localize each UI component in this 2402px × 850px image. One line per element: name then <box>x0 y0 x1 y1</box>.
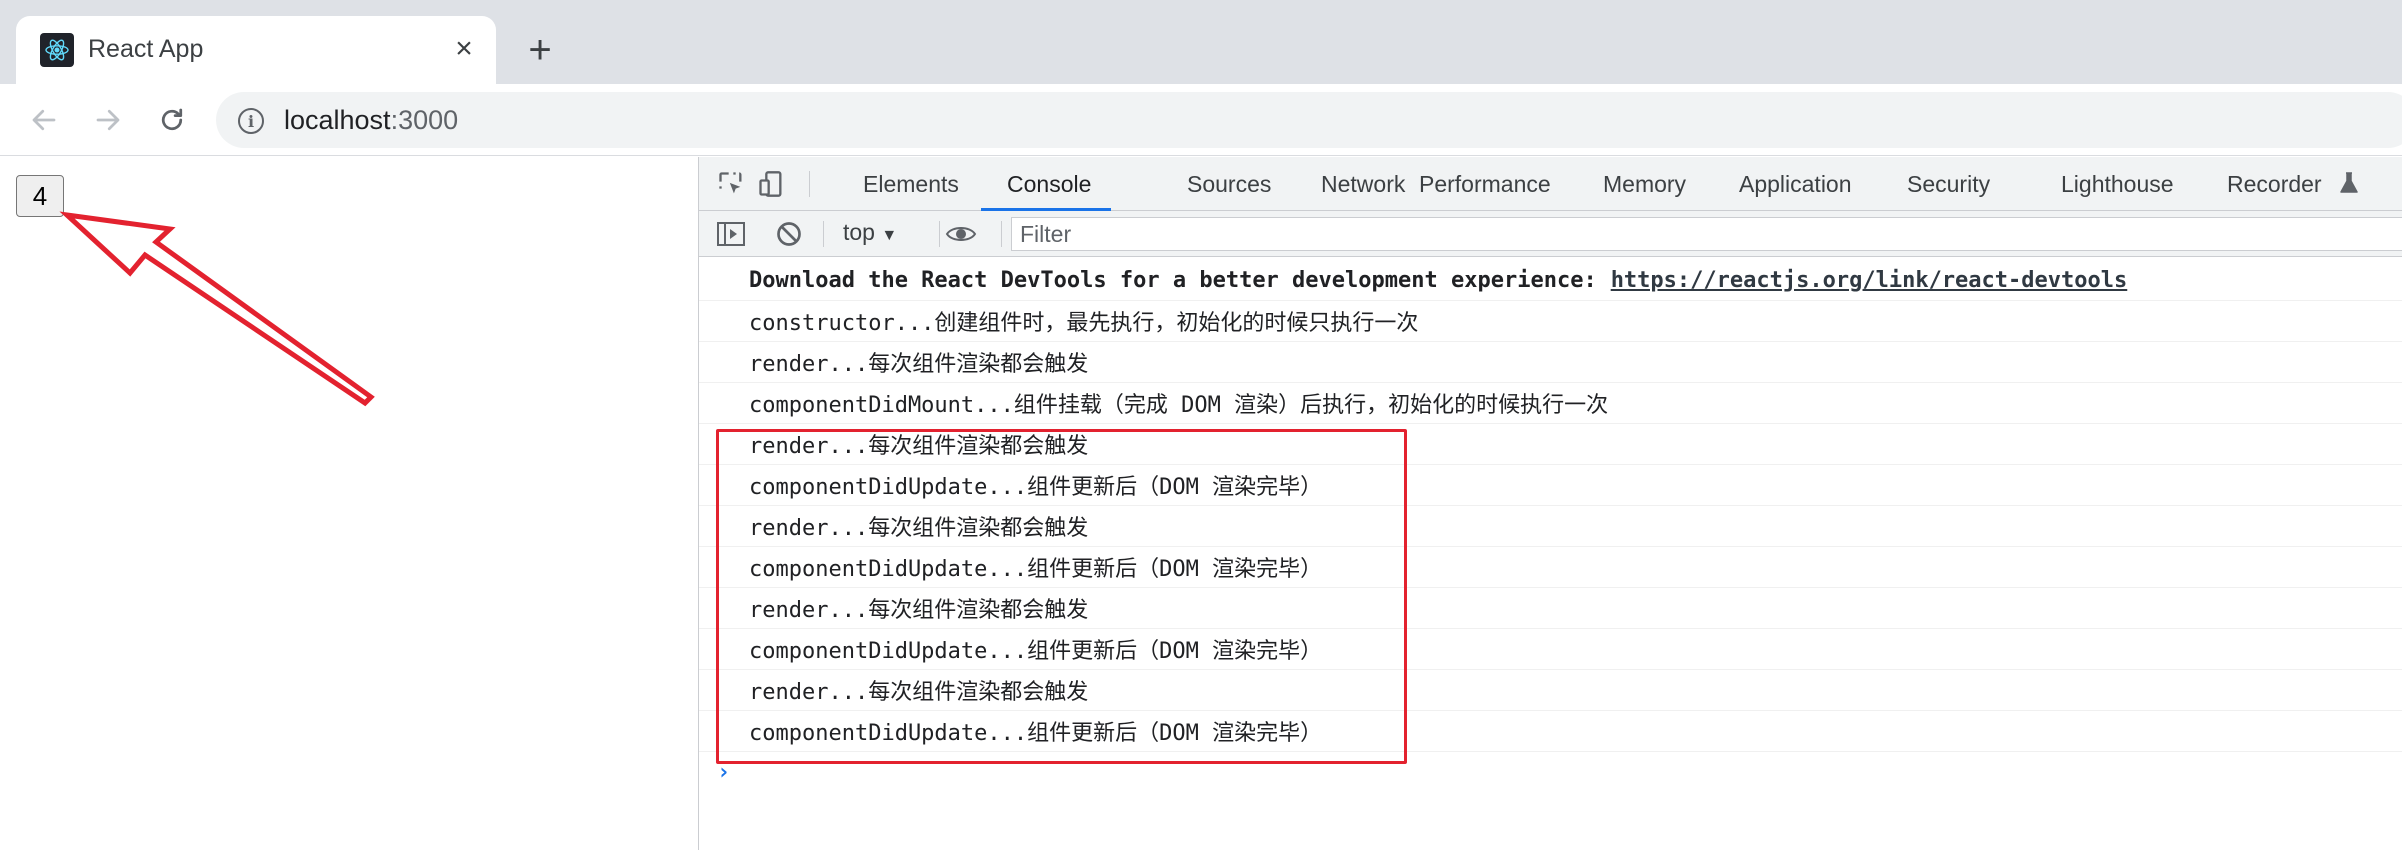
console-output: Download the React DevTools for a better… <box>699 260 2402 752</box>
tab-security[interactable]: Security <box>1907 171 1990 198</box>
devtools-message-text: Download the React DevTools for a better… <box>749 267 1597 293</box>
tab-application[interactable]: Application <box>1739 171 1852 198</box>
clear-console-icon[interactable] <box>771 216 807 252</box>
tab-console[interactable]: Console <box>1007 171 1091 198</box>
tab-lighthouse[interactable]: Lighthouse <box>2061 171 2174 198</box>
console-message: render...每次组件渲染都会触发 <box>699 588 2402 629</box>
tab-sources[interactable]: Sources <box>1187 171 1271 198</box>
device-toolbar-icon[interactable] <box>753 166 789 202</box>
console-filter-input[interactable] <box>1012 218 2402 250</box>
console-message: componentDidUpdate...组件更新后（DOM 渲染完毕） <box>699 547 2402 588</box>
toolbar-divider <box>939 221 940 247</box>
flask-icon <box>2339 171 2359 200</box>
live-expression-eye-icon[interactable] <box>943 216 979 252</box>
console-filter-field[interactable] <box>1011 217 2402 251</box>
console-message: componentDidMount...组件挂载（完成 DOM 渲染）后执行，初… <box>699 383 2402 424</box>
tab-recorder[interactable]: Recorder <box>2227 171 2322 198</box>
context-select-value: top <box>843 219 875 245</box>
console-message: render...每次组件渲染都会触发 <box>699 506 2402 547</box>
devtools-link[interactable]: https://reactjs.org/link/react-devtools <box>1611 268 2128 293</box>
tab-network[interactable]: Network <box>1321 171 1405 198</box>
toolbar-divider <box>823 221 824 247</box>
toolbar-divider <box>1001 221 1002 247</box>
dropdown-triangle-icon: ▼ <box>881 227 898 244</box>
console-message: componentDidUpdate...组件更新后（DOM 渲染完毕） <box>699 629 2402 670</box>
console-message: Download the React DevTools for a better… <box>699 260 2402 301</box>
console-prompt[interactable]: › <box>717 760 730 785</box>
context-select[interactable]: top ▼ <box>843 219 897 246</box>
console-message: render...每次组件渲染都会触发 <box>699 342 2402 383</box>
console-message: componentDidUpdate...组件更新后（DOM 渲染完毕） <box>699 711 2402 752</box>
toolbar-divider <box>809 171 810 197</box>
devtools-tabbar: Elements Console Sources Network Perform… <box>699 157 2402 211</box>
console-message: constructor...创建组件时，最先执行，初始化的时候只执行一次 <box>699 301 2402 342</box>
tab-memory[interactable]: Memory <box>1603 171 1686 198</box>
annotation-arrow <box>59 211 375 407</box>
inspect-element-icon[interactable] <box>713 166 749 202</box>
console-toolbar: top ▼ <box>699 211 2402 257</box>
console-message: render...每次组件渲染都会触发 <box>699 424 2402 465</box>
show-sidebar-icon[interactable] <box>713 216 749 252</box>
console-message: componentDidUpdate...组件更新后（DOM 渲染完毕） <box>699 465 2402 506</box>
tab-performance[interactable]: Performance <box>1419 171 1551 198</box>
devtools-panel: Elements Console Sources Network Perform… <box>698 157 2402 850</box>
tab-elements[interactable]: Elements <box>863 171 959 198</box>
console-message: render...每次组件渲染都会触发 <box>699 670 2402 711</box>
